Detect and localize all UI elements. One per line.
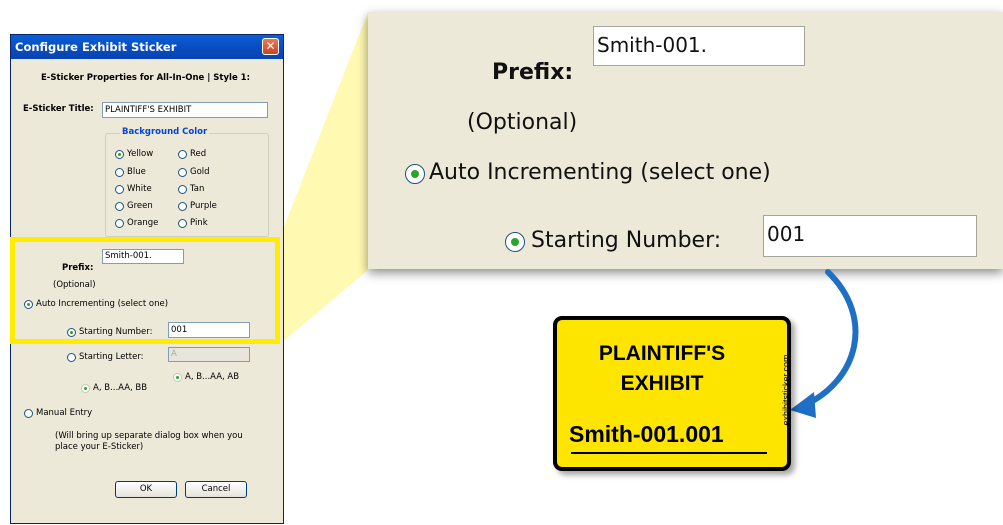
sticker-line2: EXHIBIT	[620, 372, 704, 395]
sticker-vertical-text-box: exhibitsticker.com	[781, 330, 794, 450]
sticker-number: Smith-001.001	[569, 421, 724, 447]
curved-arrow	[790, 269, 859, 418]
exhibit-sticker-preview: PLAINTIFF'S EXHIBIT Smith-001.001 exhibi…	[553, 316, 791, 471]
sticker-vertical-text: exhibitsticker.com	[781, 354, 791, 426]
sticker-line1: PLAINTIFF'S	[598, 342, 726, 365]
sticker-underline	[571, 452, 767, 454]
